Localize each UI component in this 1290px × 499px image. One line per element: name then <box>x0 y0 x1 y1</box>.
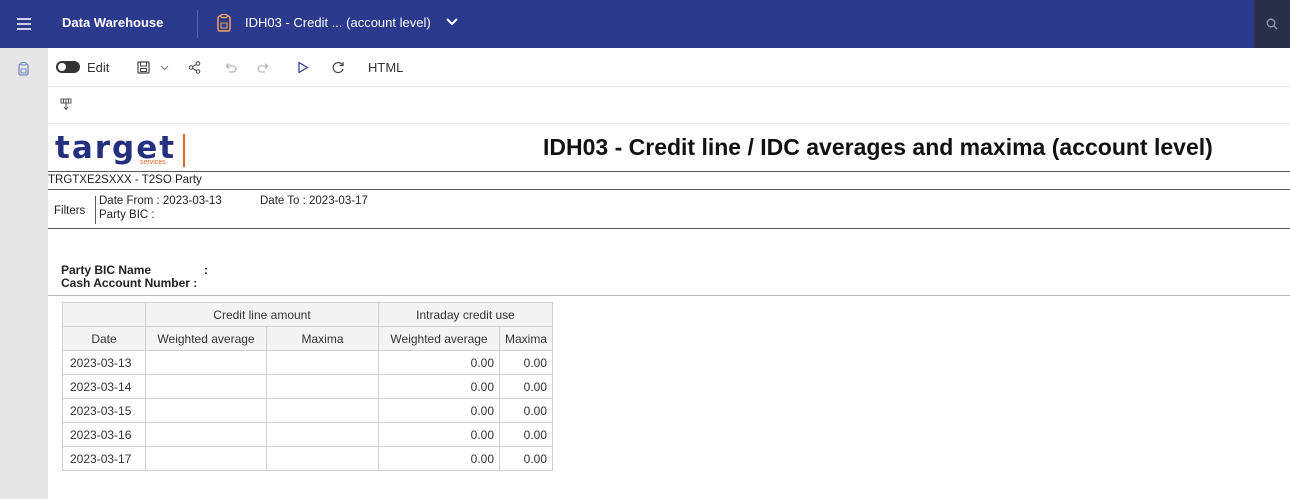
col-header-maxima: Maxima <box>266 326 379 351</box>
menu-icon[interactable] <box>0 0 48 48</box>
col-header-icu-weighted-average: Weighted average <box>378 326 500 351</box>
table-group-header-row: Credit line amount Intraday credit use <box>62 302 554 327</box>
toggle-switch[interactable] <box>56 61 80 73</box>
cell-maxima <box>266 374 379 399</box>
left-rail <box>0 48 48 499</box>
report-toolbar: Edit HTML <box>48 48 1290 87</box>
cell-date: 2023-03-13 <box>62 350 146 375</box>
cell-weighted-average <box>145 446 267 471</box>
cell-weighted-average <box>145 374 267 399</box>
table-row: 2023-03-17 0.00 0.00 <box>62 446 554 471</box>
divider <box>48 228 1290 229</box>
cell-icu-weighted-average: 0.00 <box>378 446 500 471</box>
divider <box>48 295 1290 296</box>
filter-date-to: Date To : 2023-03-17 <box>260 195 368 207</box>
save-options-chevron-icon[interactable] <box>160 48 169 86</box>
cell-maxima <box>266 422 379 447</box>
cell-icu-weighted-average: 0.00 <box>378 374 500 399</box>
cell-weighted-average <box>145 398 267 423</box>
cell-icu-weighted-average: 0.00 <box>378 350 500 375</box>
cell-icu-maxima: 0.00 <box>498 350 554 375</box>
table-row: 2023-03-15 0.00 0.00 <box>62 398 554 423</box>
group-header-credit-line: Credit line amount <box>145 302 379 327</box>
filters-divider <box>95 196 96 224</box>
save-icon <box>137 60 150 74</box>
divider <box>48 171 1290 172</box>
cell-maxima <box>266 398 379 423</box>
refresh-icon[interactable] <box>332 48 345 86</box>
edit-toggle[interactable]: Edit <box>56 48 109 86</box>
cell-date: 2023-03-14 <box>62 374 146 399</box>
chevron-down-icon[interactable] <box>446 15 458 34</box>
col-header-weighted-average: Weighted average <box>145 326 267 351</box>
col-header-icu-maxima: Maxima <box>498 326 554 351</box>
group-header-intraday-credit: Intraday credit use <box>377 302 554 327</box>
report-title: IDH03 - Credit line / IDC averages and m… <box>543 134 1213 160</box>
run-icon[interactable] <box>297 48 309 86</box>
save-button[interactable] <box>137 48 150 86</box>
table-row: 2023-03-16 0.00 0.00 <box>62 422 554 447</box>
cell-icu-maxima: 0.00 <box>498 374 554 399</box>
cell-weighted-average <box>145 350 267 375</box>
filters-label: Filters <box>54 205 86 217</box>
input-controls-icon[interactable] <box>60 98 72 117</box>
party-bic-name-colon: : <box>204 263 208 277</box>
cell-date: 2023-03-15 <box>62 398 146 423</box>
app-title[interactable]: Data Warehouse <box>62 15 163 30</box>
cell-date: 2023-03-17 <box>62 446 146 471</box>
cell-weighted-average <box>145 422 267 447</box>
undo-icon[interactable] <box>224 48 237 86</box>
cash-account-number-label: Cash Account Number : <box>61 276 198 290</box>
filter-date-from: Date From : 2023-03-13 <box>99 195 222 207</box>
col-header-date: Date <box>62 326 146 351</box>
logo-subtext: services <box>140 159 166 166</box>
data-table: Credit line amount Intraday credit use D… <box>62 302 554 471</box>
filter-party-bic: Party BIC : <box>99 209 155 221</box>
cell-icu-weighted-average: 0.00 <box>378 398 500 423</box>
cell-icu-weighted-average: 0.00 <box>378 422 500 447</box>
document-icon[interactable] <box>18 62 29 81</box>
document-title[interactable]: IDH03 - Credit ... (account level) <box>245 15 431 30</box>
table-corner-cell <box>62 302 146 327</box>
redo-icon[interactable] <box>257 48 270 86</box>
table-header-row: Date Weighted average Maxima Weighted av… <box>62 326 554 351</box>
cell-maxima <box>266 446 379 471</box>
cell-icu-maxima: 0.00 <box>498 422 554 447</box>
cell-icu-maxima: 0.00 <box>498 446 554 471</box>
document-icon <box>217 13 231 37</box>
share-icon[interactable] <box>188 48 201 86</box>
cell-date: 2023-03-16 <box>62 422 146 447</box>
party-name: TRGTXE2SXXX - T2SO Party <box>48 174 202 186</box>
party-bic-name-label: Party BIC Name <box>61 263 152 277</box>
table-row: 2023-03-13 0.00 0.00 <box>62 350 554 375</box>
table-row: 2023-03-14 0.00 0.00 <box>62 374 554 399</box>
report-canvas: target services IDH03 - Credit line / ID… <box>48 124 1290 499</box>
sub-toolbar <box>48 87 1290 124</box>
cell-icu-maxima: 0.00 <box>498 398 554 423</box>
cell-maxima <box>266 350 379 375</box>
divider <box>197 10 198 38</box>
divider <box>48 189 1290 190</box>
top-bar: Data Warehouse IDH03 - Credit ... (accou… <box>0 0 1290 48</box>
logo-bar <box>183 134 185 167</box>
edit-label: Edit <box>87 59 110 75</box>
search-icon <box>1266 18 1278 30</box>
search-button[interactable] <box>1254 0 1290 48</box>
html-button[interactable]: HTML <box>368 48 403 86</box>
